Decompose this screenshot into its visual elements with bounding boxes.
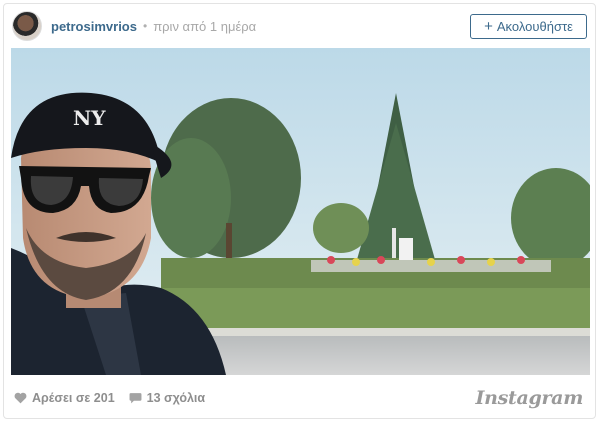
post-footer: Αρέσει σε 201 13 σχόλια Instagram — [4, 375, 595, 418]
follow-button[interactable]: + Ακολουθήστε — [470, 14, 587, 39]
post-time[interactable]: πριν από 1 ημέρα — [153, 19, 256, 34]
separator-dot: • — [142, 19, 148, 33]
plus-icon: + — [484, 18, 493, 35]
instagram-embed-card: petrosimvrios • πριν από 1 ημέρα + Ακολο… — [3, 3, 596, 419]
likes-count: Αρέσει σε 201 — [32, 390, 115, 405]
heart-icon — [14, 392, 27, 404]
follow-button-label: Ακολουθήστε — [496, 19, 573, 34]
post-photo[interactable]: NY — [11, 48, 590, 375]
svg-text:NY: NY — [73, 106, 106, 130]
username-link[interactable]: petrosimvrios — [51, 19, 137, 34]
post-header: petrosimvrios • πριν από 1 ημέρα + Ακολο… — [4, 4, 595, 48]
comments-count: 13 σχόλια — [146, 390, 206, 405]
comments-stat[interactable]: 13 σχόλια — [129, 391, 205, 405]
photo-illustration: NY — [11, 48, 590, 375]
likes-stat[interactable]: Αρέσει σε 201 — [14, 391, 115, 405]
instagram-logo[interactable]: Instagram — [476, 387, 584, 409]
speech-bubble-icon — [129, 392, 142, 404]
user-avatar[interactable] — [12, 11, 42, 41]
